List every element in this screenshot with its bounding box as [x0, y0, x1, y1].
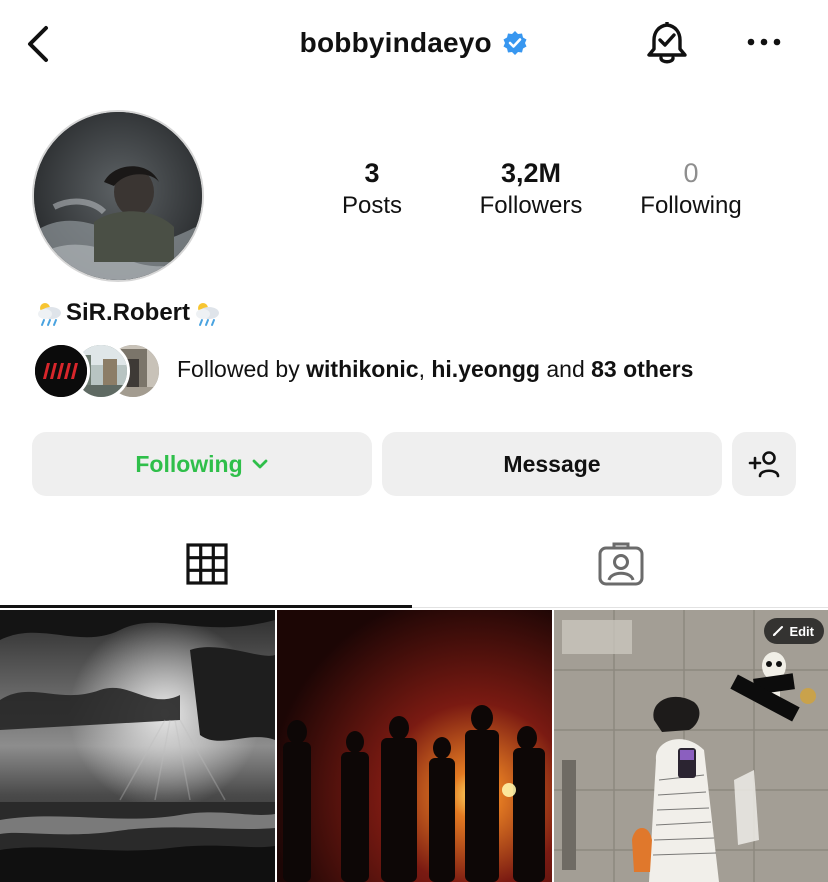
followers-count[interactable]: 3,2M Followers — [451, 158, 611, 220]
post-image-stormy-sea — [0, 610, 275, 882]
pencil-icon — [773, 626, 784, 636]
avatar-image — [34, 112, 202, 280]
cloud-with-rain-icon — [196, 303, 220, 326]
followed-by-text: Followed by withikonic, hi.yeongg and 83… — [177, 356, 693, 383]
post-image-concert-silhouettes — [277, 610, 552, 882]
ikon-logo-avatar — [35, 345, 87, 397]
profile-header: bobbyindaeyo — [0, 0, 828, 90]
tagged-person-icon — [598, 542, 644, 586]
edit-badge[interactable]: Edit — [764, 618, 824, 644]
profile-avatar[interactable] — [32, 110, 204, 282]
display-name-row: SiR.Robert — [34, 296, 222, 330]
posts-label: Posts — [341, 192, 403, 219]
mutual-follower-1[interactable]: withikonic — [306, 356, 418, 382]
tab-posts-grid[interactable] — [0, 520, 414, 608]
active-tab-indicator — [0, 605, 412, 608]
username-title: bobbyindaeyo — [0, 27, 828, 59]
followed-by-separator: , — [418, 356, 432, 382]
more-horizontal-icon — [747, 38, 781, 46]
tab-tagged[interactable] — [414, 520, 828, 608]
post-thumbnail[interactable] — [277, 610, 552, 882]
following-value: 0 — [683, 158, 699, 188]
more-options-button[interactable] — [744, 32, 784, 52]
followed-by-row[interactable]: Followed by withikonic, hi.yeongg and 83… — [32, 342, 812, 402]
following-count[interactable]: 0 Following — [611, 158, 771, 220]
grid-icon — [186, 543, 228, 585]
following-label: Following — [640, 192, 742, 219]
verified-badge-icon — [503, 31, 527, 55]
post-thumbnail[interactable] — [0, 610, 275, 882]
following-button[interactable]: Following — [32, 432, 372, 496]
post-image-mirror-selfie — [554, 610, 828, 882]
followed-by-prefix: Followed by — [177, 356, 307, 382]
message-button-label: Message — [503, 450, 601, 477]
notification-bell-button[interactable] — [643, 18, 691, 68]
message-button[interactable]: Message — [382, 432, 722, 496]
bell-check-icon — [647, 21, 687, 64]
posts-count[interactable]: 3 Posts — [292, 158, 452, 220]
edit-badge-label: Edit — [789, 623, 814, 639]
mutual-follower-2[interactable]: hi.yeongg — [431, 356, 540, 382]
posts-value: 3 — [364, 158, 380, 188]
followed-by-middle: and — [539, 356, 592, 382]
cloud-with-rain-icon — [38, 303, 61, 326]
add-person-icon — [748, 451, 780, 478]
mutual-followers-others[interactable]: 83 others — [591, 356, 693, 382]
followers-value: 3,2M — [500, 158, 562, 188]
username: bobbyindaeyo — [299, 27, 492, 58]
follower-avatar — [32, 342, 90, 400]
chevron-down-icon — [252, 459, 268, 469]
followers-label: Followers — [479, 192, 583, 219]
suggest-users-button[interactable] — [732, 432, 796, 496]
display-name: SiR.Robert — [66, 299, 191, 326]
post-thumbnail[interactable]: Edit — [554, 610, 828, 882]
following-button-label: Following — [135, 450, 243, 477]
